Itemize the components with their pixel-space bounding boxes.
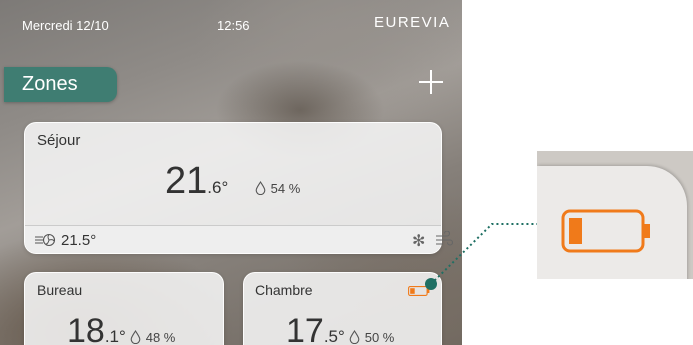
- battery-low-icon: [561, 209, 650, 253]
- callout-dot: [425, 278, 437, 290]
- stage: Mercredi 12/10 12:56 EUREVIA Zones Séjou…: [0, 0, 693, 345]
- zoom-panel: [537, 151, 693, 279]
